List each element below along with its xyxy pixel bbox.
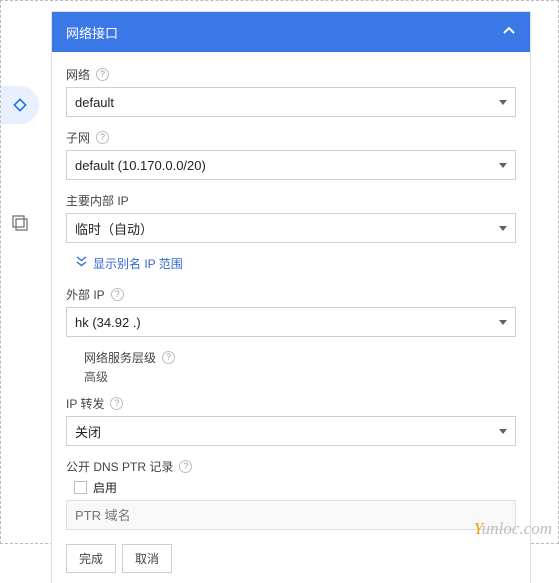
external-ip-field: 外部 IP ? hk (34.92 .) [66,286,516,337]
expand-chevron-icon [76,256,87,271]
help-icon[interactable]: ? [96,68,109,81]
help-icon[interactable]: ? [162,351,175,364]
external-ip-label: 外部 IP [66,286,105,303]
help-icon[interactable]: ? [111,288,124,301]
external-ip-select[interactable]: hk (34.92 .) [66,307,516,337]
ip-forward-value: 关闭 [75,422,101,441]
help-icon[interactable]: ? [110,397,123,410]
watermark-rest: unloc.com [482,519,552,538]
panel-title: 网络接口 [66,23,118,42]
alias-ip-expand-label: 显示别名 IP 范围 [93,255,183,272]
network-interface-panel: 网络接口 网络 ? default 子网 ? default (10.170.0… [51,11,531,583]
done-button[interactable]: 完成 [66,544,116,573]
ptr-field: 公开 DNS PTR 记录 ? 启用 [66,458,516,530]
diamond-icon [12,97,28,113]
chevron-down-icon [499,226,507,231]
chevron-down-icon [499,100,507,105]
subnet-value: default (10.170.0.0/20) [75,158,206,173]
primary-internal-ip-select[interactable]: 临时（自动） [66,213,516,243]
primary-internal-ip-value: 临时（自动） [75,219,153,238]
ptr-label: 公开 DNS PTR 记录 [66,458,173,475]
help-icon[interactable]: ? [179,460,192,473]
watermark-y: Y [474,519,482,538]
alias-ip-expand-link[interactable]: 显示别名 IP 范围 [76,255,516,272]
subnet-label: 子网 [66,129,90,146]
watermark: Yunloc.com [474,519,552,539]
network-tier-block: 网络服务层级 ? 高级 [84,349,516,385]
ptr-enable-label: 启用 [93,479,117,496]
subnet-field: 子网 ? default (10.170.0.0/20) [66,129,516,180]
chevron-down-icon [499,429,507,434]
chevron-up-icon [502,23,516,41]
help-icon[interactable]: ? [96,131,109,144]
network-select[interactable]: default [66,87,516,117]
cancel-button[interactable]: 取消 [122,544,172,573]
network-value: default [75,95,114,110]
panel-header[interactable]: 网络接口 [52,12,530,52]
chevron-down-icon [499,163,507,168]
instance-template-icon[interactable] [1,204,39,242]
primary-internal-ip-label: 主要内部 IP [66,192,129,209]
panel-body: 网络 ? default 子网 ? default (10.170.0.0/20… [52,52,530,583]
ptr-enable-checkbox[interactable] [74,481,87,494]
subnet-select[interactable]: default (10.170.0.0/20) [66,150,516,180]
ptr-enable-row[interactable]: 启用 [74,479,516,496]
action-buttons: 完成 取消 [66,544,516,573]
ip-forward-field: IP 转发 ? 关闭 [66,395,516,446]
network-label: 网络 [66,66,90,83]
network-tier-value: 高级 [84,368,516,385]
network-field: 网络 ? default [66,66,516,117]
left-rail [1,1,51,543]
left-nav-button[interactable] [1,86,39,124]
ptr-domain-input[interactable] [66,500,516,530]
ip-forward-label: IP 转发 [66,395,104,412]
primary-internal-ip-field: 主要内部 IP 临时（自动） [66,192,516,243]
external-ip-value: hk (34.92 .) [75,315,141,330]
ip-forward-select[interactable]: 关闭 [66,416,516,446]
chevron-down-icon [499,320,507,325]
network-tier-label: 网络服务层级 [84,349,156,366]
